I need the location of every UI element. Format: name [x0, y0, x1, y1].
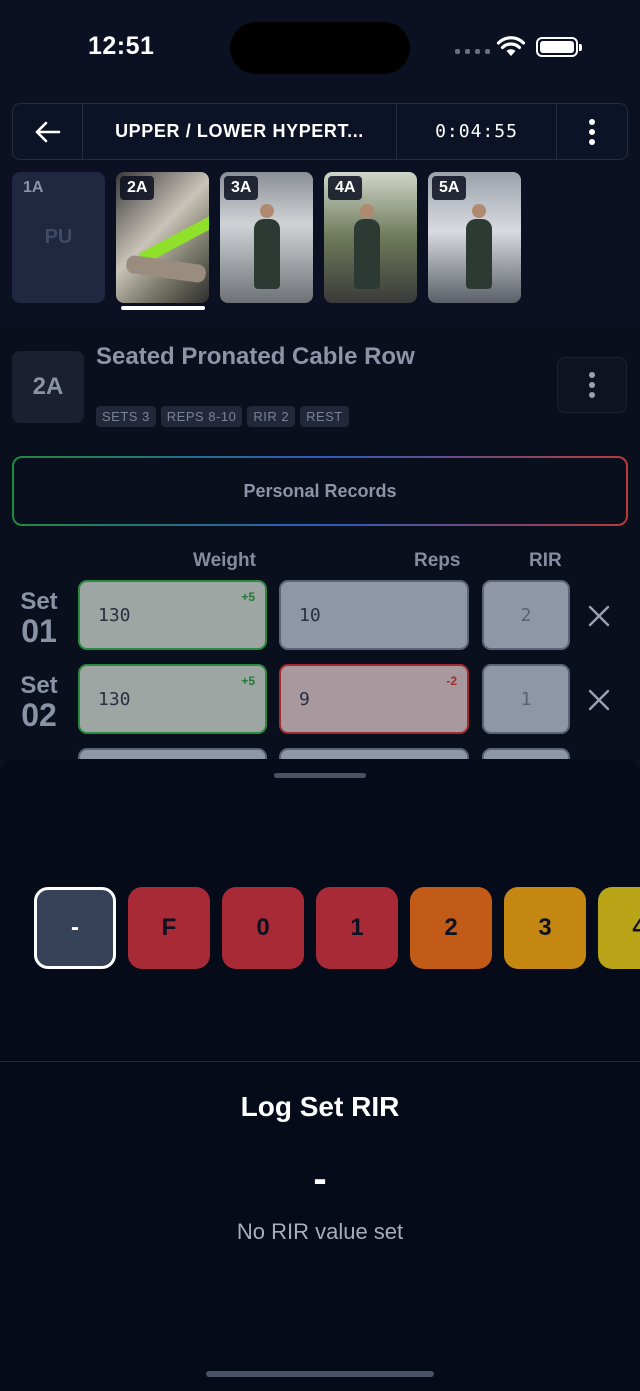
rir-option-label: F [161, 914, 177, 941]
rir-option-label: 1 [350, 914, 364, 941]
rest-chip: REST [300, 406, 349, 427]
more-vertical-icon [589, 372, 595, 398]
delete-set-icon[interactable] [587, 604, 611, 628]
reps-value: 9 [299, 688, 310, 710]
rir-option-3[interactable]: 3 [504, 887, 586, 969]
dynamic-island [230, 22, 410, 74]
exercise-title: Seated Pronated Cable Row [96, 343, 415, 370]
weight-value: 130 [98, 604, 131, 626]
set-label-text: Set [20, 672, 58, 699]
exercise-thumb-tag: 3A [224, 176, 259, 200]
rir-column-header: RIR [529, 550, 562, 571]
reps-chip: REPS 8-10 [160, 406, 243, 427]
weight-delta: +5 [241, 674, 255, 688]
rir-option-label: 0 [256, 914, 270, 941]
exercise-chips: SETS 3 REPS 8-10 RIR 2 REST [96, 406, 349, 427]
exercise-thumb-tag: 1A [23, 179, 44, 196]
rir-value: 1 [520, 688, 532, 710]
exercise-menu-button[interactable] [557, 357, 627, 413]
rir-option-1[interactable]: 1 [316, 887, 398, 969]
back-button[interactable] [13, 104, 83, 159]
exercise-thumb-tag: 5A [432, 176, 467, 200]
status-bar: 12:51 [0, 0, 640, 96]
set-number: 02 [21, 697, 57, 733]
thumb-image-detail [138, 211, 209, 265]
rir-option-2[interactable]: 2 [410, 887, 492, 969]
thumb-image-detail [125, 254, 207, 284]
thumb-person-figure [466, 204, 492, 289]
weight-input[interactable]: 130 +5 [78, 664, 267, 734]
rir-option-label: 2 [444, 914, 458, 941]
reps-delta: -2 [446, 674, 457, 688]
exercise-thumb-4a[interactable]: 4A [324, 172, 417, 303]
exercise-thumb-placeholder: PU [44, 226, 73, 248]
rir-option-label: - [71, 914, 79, 941]
weight-delta: +5 [241, 590, 255, 604]
reps-input[interactable]: 9 -2 [279, 664, 469, 734]
weight-input[interactable]: 130 +5 [78, 580, 267, 650]
workout-menu-button[interactable] [557, 104, 627, 159]
exercise-thumb-1a[interactable]: 1A PU [12, 172, 105, 303]
exercise-thumb-3a[interactable]: 3A [220, 172, 313, 303]
weight-value: 130 [98, 688, 131, 710]
rir-picker: - F 0 1 2 3 4 [34, 887, 640, 969]
exercise-badge: 2A [12, 351, 84, 423]
workout-header: UPPER / LOWER HYPERT... 0:04:55 [12, 103, 628, 160]
set-label: Set 01 [14, 588, 64, 649]
sets-chip: SETS 3 [96, 406, 156, 427]
set-label-text: Set [20, 588, 58, 615]
home-indicator [206, 1371, 434, 1377]
log-subtitle: No RIR value set [236, 1219, 404, 1244]
divider [0, 1061, 640, 1062]
exercise-thumb-tag: 2A [120, 176, 155, 200]
workout-timer[interactable]: 0:04:55 [397, 104, 557, 159]
reps-column-header: Reps [414, 550, 461, 571]
personal-records-button[interactable]: Personal Records [12, 456, 628, 526]
set-label: Set 02 [14, 672, 64, 733]
workout-title[interactable]: UPPER / LOWER HYPERT... [83, 104, 397, 159]
status-time: 12:51 [88, 32, 155, 60]
rir-input[interactable]: 2 [482, 580, 570, 650]
rir-chip: RIR 2 [247, 406, 296, 427]
rir-bottom-sheet: - F 0 1 2 3 4 Log Set RIR - No RIR value… [0, 759, 640, 1391]
reps-value: 10 [299, 604, 321, 626]
rir-option-label: 3 [538, 914, 552, 941]
exercise-thumb-tag: 4A [328, 176, 363, 200]
reps-input[interactable]: 10 [279, 580, 469, 650]
selected-exercise-indicator [121, 306, 205, 310]
thumb-person-figure [354, 204, 380, 289]
exercise-detail: 2A Seated Pronated Cable Row SETS 3 REPS… [0, 322, 640, 818]
rir-value: 2 [520, 604, 532, 626]
delete-set-icon[interactable] [587, 688, 611, 712]
log-title: Log Set RIR [240, 1091, 400, 1122]
weight-column-header: Weight [193, 550, 256, 571]
more-vertical-icon [589, 118, 595, 145]
rir-option-none[interactable]: - [34, 887, 116, 969]
arrow-left-icon [35, 121, 60, 142]
exercise-thumb-5a[interactable]: 5A [428, 172, 521, 303]
set-number: 01 [21, 613, 57, 649]
sheet-grabber[interactable] [274, 773, 366, 778]
rir-option-0[interactable]: 0 [222, 887, 304, 969]
log-value: - [313, 1157, 327, 1201]
exercise-thumb-2a[interactable]: 2A [116, 172, 209, 303]
rir-input[interactable]: 1 [482, 664, 570, 734]
battery-icon [536, 37, 582, 57]
rir-option-f[interactable]: F [128, 887, 210, 969]
exercise-strip: 1A PU 2A 3A 4A 5A [12, 172, 521, 312]
rir-option-label: 4 [632, 914, 640, 941]
rir-option-4[interactable]: 4 [598, 887, 640, 969]
wifi-icon [496, 36, 526, 56]
thumb-person-figure [254, 204, 280, 289]
cellular-signal-icon [455, 49, 490, 54]
